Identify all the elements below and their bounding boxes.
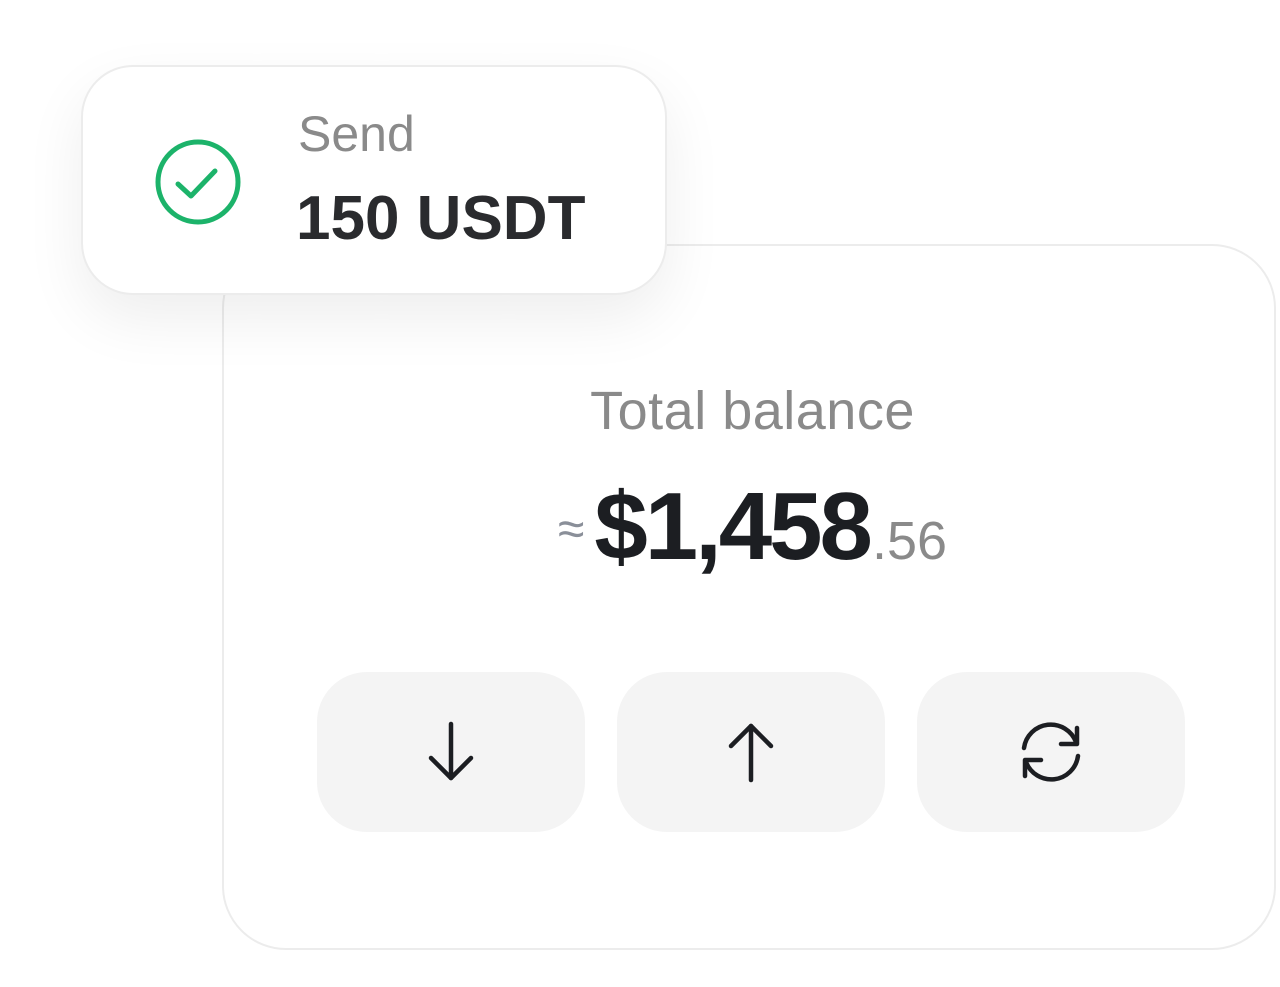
receive-button[interactable] (317, 672, 585, 832)
balance-amount-cents: .56 (871, 511, 948, 571)
arrow-up-icon (728, 723, 774, 783)
swap-button[interactable] (917, 672, 1185, 832)
approx-symbol: ≈ (557, 503, 585, 556)
wallet-widget: Total balance ≈ $1,458.56 Send 150 USDT (0, 0, 1280, 987)
balance-label: Total balance (590, 381, 915, 441)
arrow-down-icon (428, 721, 474, 781)
balance-amount-main: $1,458 (594, 473, 873, 580)
send-button[interactable] (617, 672, 885, 832)
send-amount: 150 USDT (296, 184, 586, 253)
check-circle-icon (153, 137, 243, 227)
balance-amount: ≈ $1,458.56 (224, 472, 1278, 582)
refresh-icon (1021, 722, 1081, 782)
send-notification-card: Send 150 USDT (81, 65, 667, 295)
action-buttons (317, 672, 1185, 832)
balance-card: Total balance ≈ $1,458.56 (222, 244, 1276, 950)
send-label: Send (298, 106, 415, 162)
